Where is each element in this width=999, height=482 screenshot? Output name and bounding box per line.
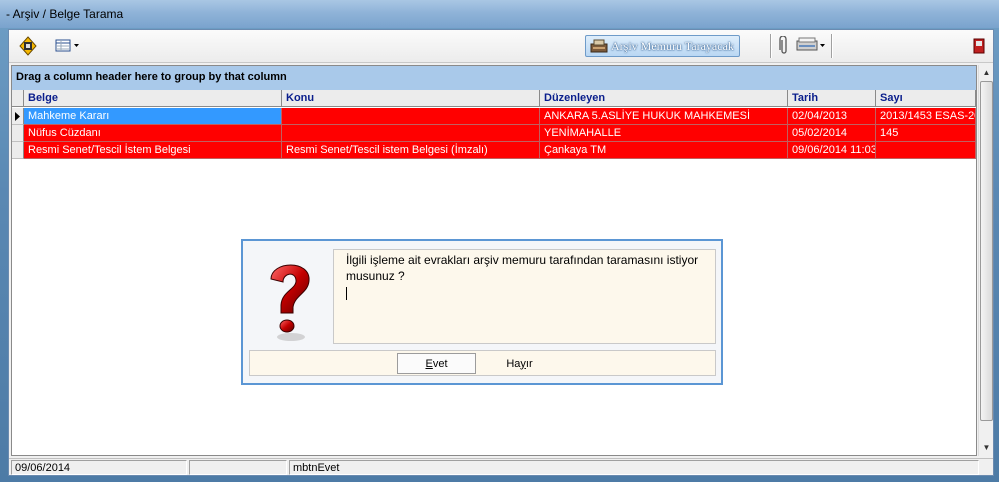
cell-konu[interactable] [282, 108, 540, 125]
toolbar-separator [831, 34, 833, 58]
cell-belge[interactable]: Nüfus Cüzdanı [24, 125, 282, 142]
group-by-bar[interactable]: Drag a column header here to group by th… [12, 66, 976, 90]
grid-header: Belge Konu Düzenleyen Tarih Sayı [12, 90, 976, 107]
row-indicator [12, 142, 24, 159]
cell-konu[interactable]: Resmi Senet/Tescil istem Belgesi (İmzalı… [282, 142, 540, 159]
window-title: - Arşiv / Belge Tarama [6, 7, 124, 21]
archive-officer-scan-button[interactable]: Arşiv Memuru Tarayacak [585, 35, 740, 57]
scanner-device-icon [590, 39, 608, 53]
text-caret [346, 287, 347, 300]
no-button[interactable]: Ha y ır [480, 353, 559, 374]
cell-duzenleyen[interactable]: YENİMAHALLE [540, 125, 788, 142]
scroll-thumb[interactable] [980, 81, 993, 421]
toolbar: Arşiv Memuru Tarayacak [9, 30, 993, 63]
header-indicator [12, 90, 24, 107]
no-button-rest: ır [525, 357, 533, 370]
title-bar: - Arşiv / Belge Tarama [0, 0, 999, 28]
status-date: 09/06/2014 [11, 460, 187, 475]
dialog-message: İlgili işleme ait evrakları arşiv memuru… [346, 253, 699, 283]
exit-door-icon[interactable] [971, 34, 987, 58]
column-header-duzenleyen[interactable]: Düzenleyen [540, 90, 788, 107]
column-header-sayi[interactable]: Sayı [876, 90, 976, 107]
confirm-dialog: İlgili işleme ait evrakları arşiv memuru… [241, 239, 723, 385]
cell-konu[interactable] [282, 125, 540, 142]
dialog-button-bar: Evet Ha y ır [249, 350, 716, 376]
scan-button-label: Arşiv Memuru Tarayacak [611, 38, 734, 53]
status-panel-empty [189, 460, 287, 475]
question-mark-icon [270, 264, 310, 341]
table-row[interactable]: Resmi Senet/Tescil İstem Belgesi Resmi S… [12, 142, 976, 159]
table-row[interactable]: Nüfus Cüzdanı YENİMAHALLE 05/02/2014 145 [12, 125, 976, 142]
scroll-up-icon[interactable]: ▲ [979, 65, 994, 80]
cell-duzenleyen[interactable]: ANKARA 5.ASLİYE HUKUK MAHKEMESİ [540, 108, 788, 125]
column-header-konu[interactable]: Konu [282, 90, 540, 107]
no-button-start: Ha [506, 357, 521, 370]
current-row-indicator [12, 108, 24, 125]
scroll-down-icon[interactable]: ▼ [979, 440, 994, 455]
cell-duzenleyen[interactable]: Çankaya TM [540, 142, 788, 159]
cell-tarih[interactable]: 09/06/2014 11:03 [788, 142, 876, 159]
cell-belge[interactable]: Mahkeme Kararı [24, 108, 282, 125]
status-bar: 09/06/2014 mbtnEvet [9, 458, 993, 475]
yes-button[interactable]: Evet [397, 353, 476, 374]
cell-sayi[interactable]: 145 [876, 125, 976, 142]
cell-tarih[interactable]: 05/02/2014 [788, 125, 876, 142]
row-indicator [12, 125, 24, 142]
scanner-icon[interactable] [15, 34, 41, 58]
yes-button-rest: vet [432, 357, 448, 370]
yes-button-accel: E [425, 357, 433, 370]
cell-tarih[interactable]: 02/04/2013 [788, 108, 876, 125]
cell-belge[interactable]: Resmi Senet/Tescil İstem Belgesi [24, 142, 282, 159]
cell-sayi[interactable] [876, 142, 976, 159]
dialog-message-box: İlgili işleme ait evrakları arşiv memuru… [333, 249, 716, 344]
column-header-belge[interactable]: Belge [24, 90, 282, 107]
grid-view-icon[interactable] [53, 34, 83, 58]
vertical-scrollbar[interactable]: ▲ ▼ [978, 65, 993, 456]
table-row[interactable]: Mahkeme Kararı ANKARA 5.ASLİYE HUKUK MAH… [12, 108, 976, 125]
toolbar-separator [770, 34, 772, 58]
scanner-menu-icon[interactable] [795, 34, 827, 58]
status-message: mbtnEvet [289, 460, 979, 475]
column-header-tarih[interactable]: Tarih [788, 90, 876, 107]
cell-sayi[interactable]: 2013/1453 ESAS-20 [876, 108, 976, 125]
main-window: Arşiv Memuru Tarayacak Drag a column hea… [8, 29, 994, 476]
paperclip-icon[interactable] [777, 34, 791, 58]
